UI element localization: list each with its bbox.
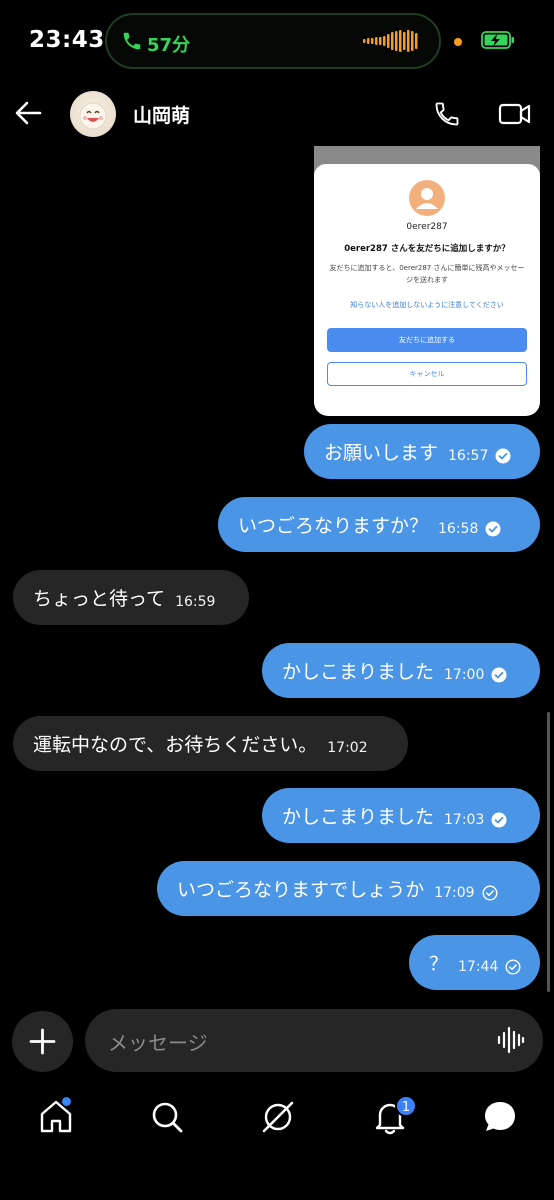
message-time: 17:44 — [458, 958, 499, 975]
scrollbar[interactable] — [547, 712, 550, 992]
message-text: いつごろなりますでしょうか — [177, 879, 425, 901]
message-text: ちょっと待って — [33, 588, 166, 610]
message-text: かしこまりました — [282, 661, 435, 683]
message-time: 16:58 — [438, 520, 479, 537]
nav-chat[interactable] — [480, 1097, 520, 1137]
message-time: 16:59 — [175, 593, 216, 610]
message-input-placeholder: メッセージ — [108, 1031, 208, 1055]
nav-explore[interactable] — [258, 1097, 298, 1137]
sent-check-icon — [505, 958, 521, 975]
read-check-icon — [495, 448, 511, 463]
smiley-avatar-icon — [79, 102, 107, 130]
dialog-cancel-button: キャンセル — [327, 362, 527, 386]
back-arrow-icon[interactable] — [14, 98, 42, 128]
search-icon — [152, 1102, 183, 1133]
notification-badge: 1 — [395, 1095, 417, 1117]
dialog-warning: 知らない人を追加しないように注意してください — [350, 301, 504, 309]
message-bubble[interactable]: いつごろなりますか？ 16:58 — [218, 497, 540, 552]
dialog-user-avatar — [409, 180, 445, 216]
message-time: 17:00 — [444, 666, 485, 683]
message-text: かしこまりました — [282, 806, 435, 828]
dialog-body: 友だちに追加すると、0erer287 さんに簡単に残高やメッセージを送れます — [329, 264, 525, 284]
plus-icon — [29, 1028, 56, 1055]
friend-request-dialog: 0erer287 0erer287 さんを友だちに追加しますか？ 友だちに追加す… — [314, 164, 540, 416]
call-duration: 57分 — [147, 35, 191, 56]
message-text: 運転中なので、お待ちください。 — [33, 734, 318, 756]
dialog-username: 0erer287 — [406, 222, 448, 232]
explore-icon — [262, 1101, 294, 1133]
message-time: 16:57 — [448, 447, 489, 464]
read-check-icon — [491, 812, 507, 827]
home-unread-dot — [62, 1097, 71, 1106]
message-time: 17:02 — [327, 739, 368, 756]
message-input[interactable]: メッセージ — [85, 1009, 543, 1072]
contact-name[interactable]: 山岡萌 — [133, 101, 190, 128]
message-time: 17:09 — [434, 884, 475, 901]
message-text: ？ — [429, 953, 449, 975]
message-bubble[interactable]: かしこまりました 17:03 — [262, 788, 540, 843]
chat-icon — [485, 1102, 515, 1131]
phone-call-icon — [123, 32, 141, 50]
status-time: 23:43 — [29, 27, 105, 53]
dialog-title: 0erer287 さんを友だちに追加しますか？ — [344, 244, 510, 254]
dialog-add-friend-button: 友だちに追加する — [327, 328, 527, 352]
message-text: お願いします — [324, 442, 439, 464]
message-bubble[interactable]: かしこまりました 17:00 — [262, 643, 540, 698]
add-attachment-button[interactable] — [12, 1011, 73, 1072]
shared-screenshot-image[interactable]: 0erer287 0erer287 さんを友だちに追加しますか？ 友だちに追加す… — [314, 146, 540, 416]
sent-check-icon — [482, 884, 498, 901]
audio-waveform-icon — [363, 30, 418, 52]
privacy-indicator-dot — [454, 38, 462, 46]
message-bubble[interactable]: 運転中なので、お待ちください。 17:02 — [13, 716, 408, 771]
read-check-icon — [491, 667, 507, 682]
message-time: 17:03 — [444, 811, 485, 828]
message-bubble[interactable]: ちょっと待って 16:59 — [13, 570, 249, 625]
voice-message-icon[interactable] — [497, 1026, 525, 1054]
message-text: いつごろなりますか？ — [238, 515, 429, 537]
message-bubble[interactable]: お願いします 16:57 — [304, 424, 540, 479]
person-icon — [416, 188, 438, 209]
video-camera-icon[interactable] — [498, 101, 531, 127]
nav-search[interactable] — [147, 1097, 187, 1137]
battery-charging-icon — [481, 31, 514, 49]
phone-icon[interactable] — [433, 99, 461, 129]
message-bubble[interactable]: いつごろなりますでしょうか 17:09 — [157, 861, 540, 916]
message-bubble[interactable]: ？ 17:44 — [409, 935, 540, 990]
contact-avatar[interactable] — [70, 91, 116, 137]
read-check-icon — [485, 521, 501, 536]
dynamic-island-call[interactable]: 57分 — [105, 13, 441, 69]
